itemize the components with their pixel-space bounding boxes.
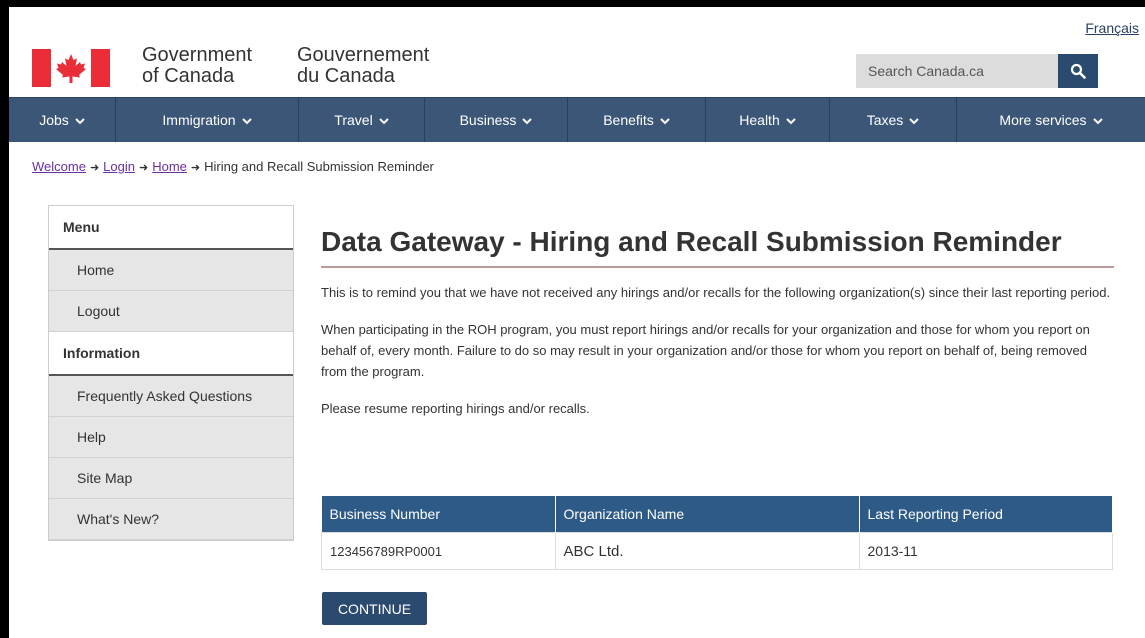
resume-reporting-paragraph: Please resume reporting hirings and/or r… [321, 401, 590, 416]
main-nav: Jobs Immigration Travel Business Benefit… [9, 97, 1145, 142]
chevron-down-icon [241, 112, 252, 128]
nav-item-more-services[interactable]: More services [957, 98, 1145, 142]
search-icon [1070, 63, 1086, 79]
arrow-right-icon: ➜ [138, 162, 149, 174]
government-of-canada-wordmark-en: Government of Canada [142, 45, 252, 87]
chevron-down-icon [660, 112, 670, 128]
page-title: Data Gateway - Hiring and Recall Submiss… [321, 226, 1062, 257]
nav-item-health[interactable]: Health [706, 98, 830, 142]
column-header-last-reporting-period: Last Reporting Period [859, 496, 1113, 533]
nav-label: Benefits [603, 112, 654, 128]
chevron-down-icon [786, 112, 796, 128]
sidebar: Menu Home Logout Information Frequently … [48, 205, 294, 541]
gov-fr-line2: du Canada [297, 65, 395, 87]
nav-label: Taxes [866, 112, 904, 128]
arrow-right-icon: ➜ [89, 162, 100, 174]
breadcrumb-link-welcome[interactable]: Welcome [32, 159, 86, 174]
nav-label: Travel [334, 112, 373, 128]
canada-flag-icon [32, 49, 110, 87]
chevron-down-icon [75, 112, 85, 128]
gov-fr-line1: Gouvernement [297, 44, 430, 66]
nav-item-taxes[interactable]: Taxes [830, 98, 957, 142]
gov-en-line1: Government [142, 44, 253, 66]
nav-item-business[interactable]: Business [425, 98, 568, 142]
column-header-business-number: Business Number [321, 496, 556, 533]
sidebar-item-help[interactable]: Help [49, 417, 293, 458]
breadcrumb-current: Hiring and Recall Submission Reminder [204, 159, 434, 174]
business-number-cell: 123456789RP0001 [321, 532, 556, 570]
chevron-down-icon [909, 112, 919, 128]
reminder-paragraph: This is to remind you that we have not r… [321, 285, 1111, 300]
nav-item-benefits[interactable]: Benefits [568, 98, 706, 142]
nav-item-jobs[interactable]: Jobs [9, 98, 116, 142]
government-of-canada-wordmark-fr: Gouvernement du Canada [297, 45, 429, 87]
nav-item-travel[interactable]: Travel [299, 98, 425, 142]
sidebar-item-whats-new[interactable]: What's New? [49, 499, 293, 540]
nav-label: Health [739, 112, 780, 128]
chevron-down-icon [378, 112, 389, 128]
title-divider [321, 266, 1114, 268]
breadcrumb: Welcome ➜ Login ➜ Home ➜ Hiring and Recall Sub… [32, 159, 434, 174]
table-row: 123456789RP0001 ABC Ltd. 2013-11 [321, 532, 1113, 570]
table-header-row: Business Number Organization Name Last R… [321, 496, 1113, 533]
main-content: Data Gateway - Hiring and Recall Submiss… [321, 225, 1114, 419]
column-header-organization-name: Organization Name [555, 496, 860, 533]
nav-label: Immigration [162, 112, 236, 128]
sidebar-item-logout[interactable]: Logout [49, 291, 293, 332]
gov-en-line2: of Canada [142, 65, 235, 87]
sidebar-heading-information: Information [49, 332, 293, 376]
sidebar-item-faq[interactable]: Frequently Asked Questions [49, 376, 293, 417]
breadcrumb-link-home[interactable]: Home [152, 159, 187, 174]
nav-item-immigration[interactable]: Immigration [116, 98, 299, 142]
sidebar-item-home[interactable]: Home [49, 250, 293, 291]
continue-button[interactable]: CONTINUE [322, 592, 427, 625]
nav-label: More services [999, 112, 1087, 128]
breadcrumb-link-login[interactable]: Login [103, 159, 135, 174]
last-reporting-period-cell: 2013-11 [858, 532, 1113, 570]
search-box [856, 54, 1098, 88]
nav-label: Jobs [39, 112, 69, 128]
chevron-down-icon [1092, 112, 1103, 128]
chevron-down-icon [522, 112, 533, 128]
sidebar-heading-menu: Menu [49, 206, 293, 250]
search-button[interactable] [1058, 54, 1098, 88]
organization-name-cell: ABC Ltd. [554, 532, 860, 570]
language-toggle-link[interactable]: Français [1085, 20, 1139, 36]
arrow-right-icon: ➜ [190, 162, 201, 174]
program-requirement-paragraph: When participating in the ROH program, y… [321, 322, 1090, 379]
nav-label: Business [459, 112, 517, 128]
page-frame: Français Government of Canada Gouverneme… [9, 7, 1145, 638]
organizations-table: Business Number Organization Name Last R… [321, 496, 1113, 570]
search-input[interactable] [856, 54, 1056, 88]
sidebar-item-site-map[interactable]: Site Map [49, 458, 293, 499]
